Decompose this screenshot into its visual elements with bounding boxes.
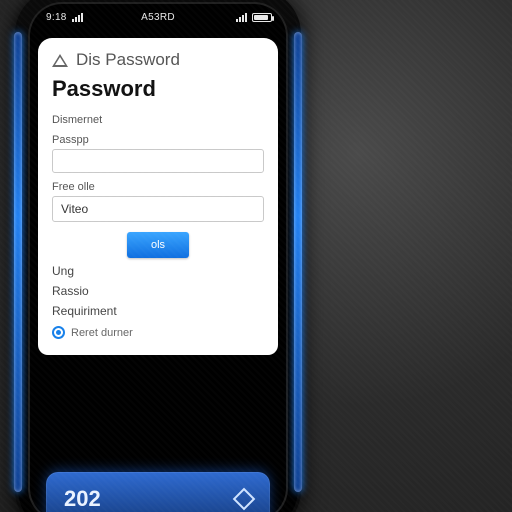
- signal-icon: [236, 13, 247, 22]
- radio-option[interactable]: Reret durner: [52, 326, 264, 339]
- widget-number: 202: [64, 486, 101, 512]
- input-main[interactable]: [52, 196, 264, 222]
- diamond-icon: [233, 488, 256, 511]
- sub-text-3: Requiriment: [52, 304, 264, 318]
- battery-icon: [252, 13, 272, 22]
- field-label-1: Dismernet: [52, 114, 264, 126]
- triangle-icon: [52, 54, 68, 67]
- field-label-3: Free olle: [52, 181, 264, 193]
- input-passpp[interactable]: [52, 149, 264, 173]
- phone-screen: 9:18 A53RD Dis Password Password Dismern…: [28, 2, 288, 512]
- radio-icon: [52, 326, 65, 339]
- submit-button[interactable]: ols: [127, 232, 189, 258]
- status-time: 9:18: [46, 12, 67, 23]
- field-label-2: Passpp: [52, 134, 264, 146]
- radio-label: Reret durner: [71, 327, 133, 339]
- phone-frame: 9:18 A53RD Dis Password Password Dismern…: [18, 0, 298, 512]
- signal-icon: [72, 13, 83, 22]
- card-header: Dis Password: [52, 50, 264, 70]
- sub-text-1: Ung: [52, 264, 264, 278]
- password-card: Dis Password Password Dismernet Passpp F…: [38, 38, 278, 355]
- bottom-widget[interactable]: 202: [46, 472, 270, 512]
- status-bar: 9:18 A53RD: [28, 2, 288, 32]
- sub-text-2: Rassio: [52, 284, 264, 298]
- status-carrier: A53RD: [141, 12, 175, 23]
- card-title: Password: [52, 76, 264, 102]
- card-header-label: Dis Password: [76, 50, 180, 70]
